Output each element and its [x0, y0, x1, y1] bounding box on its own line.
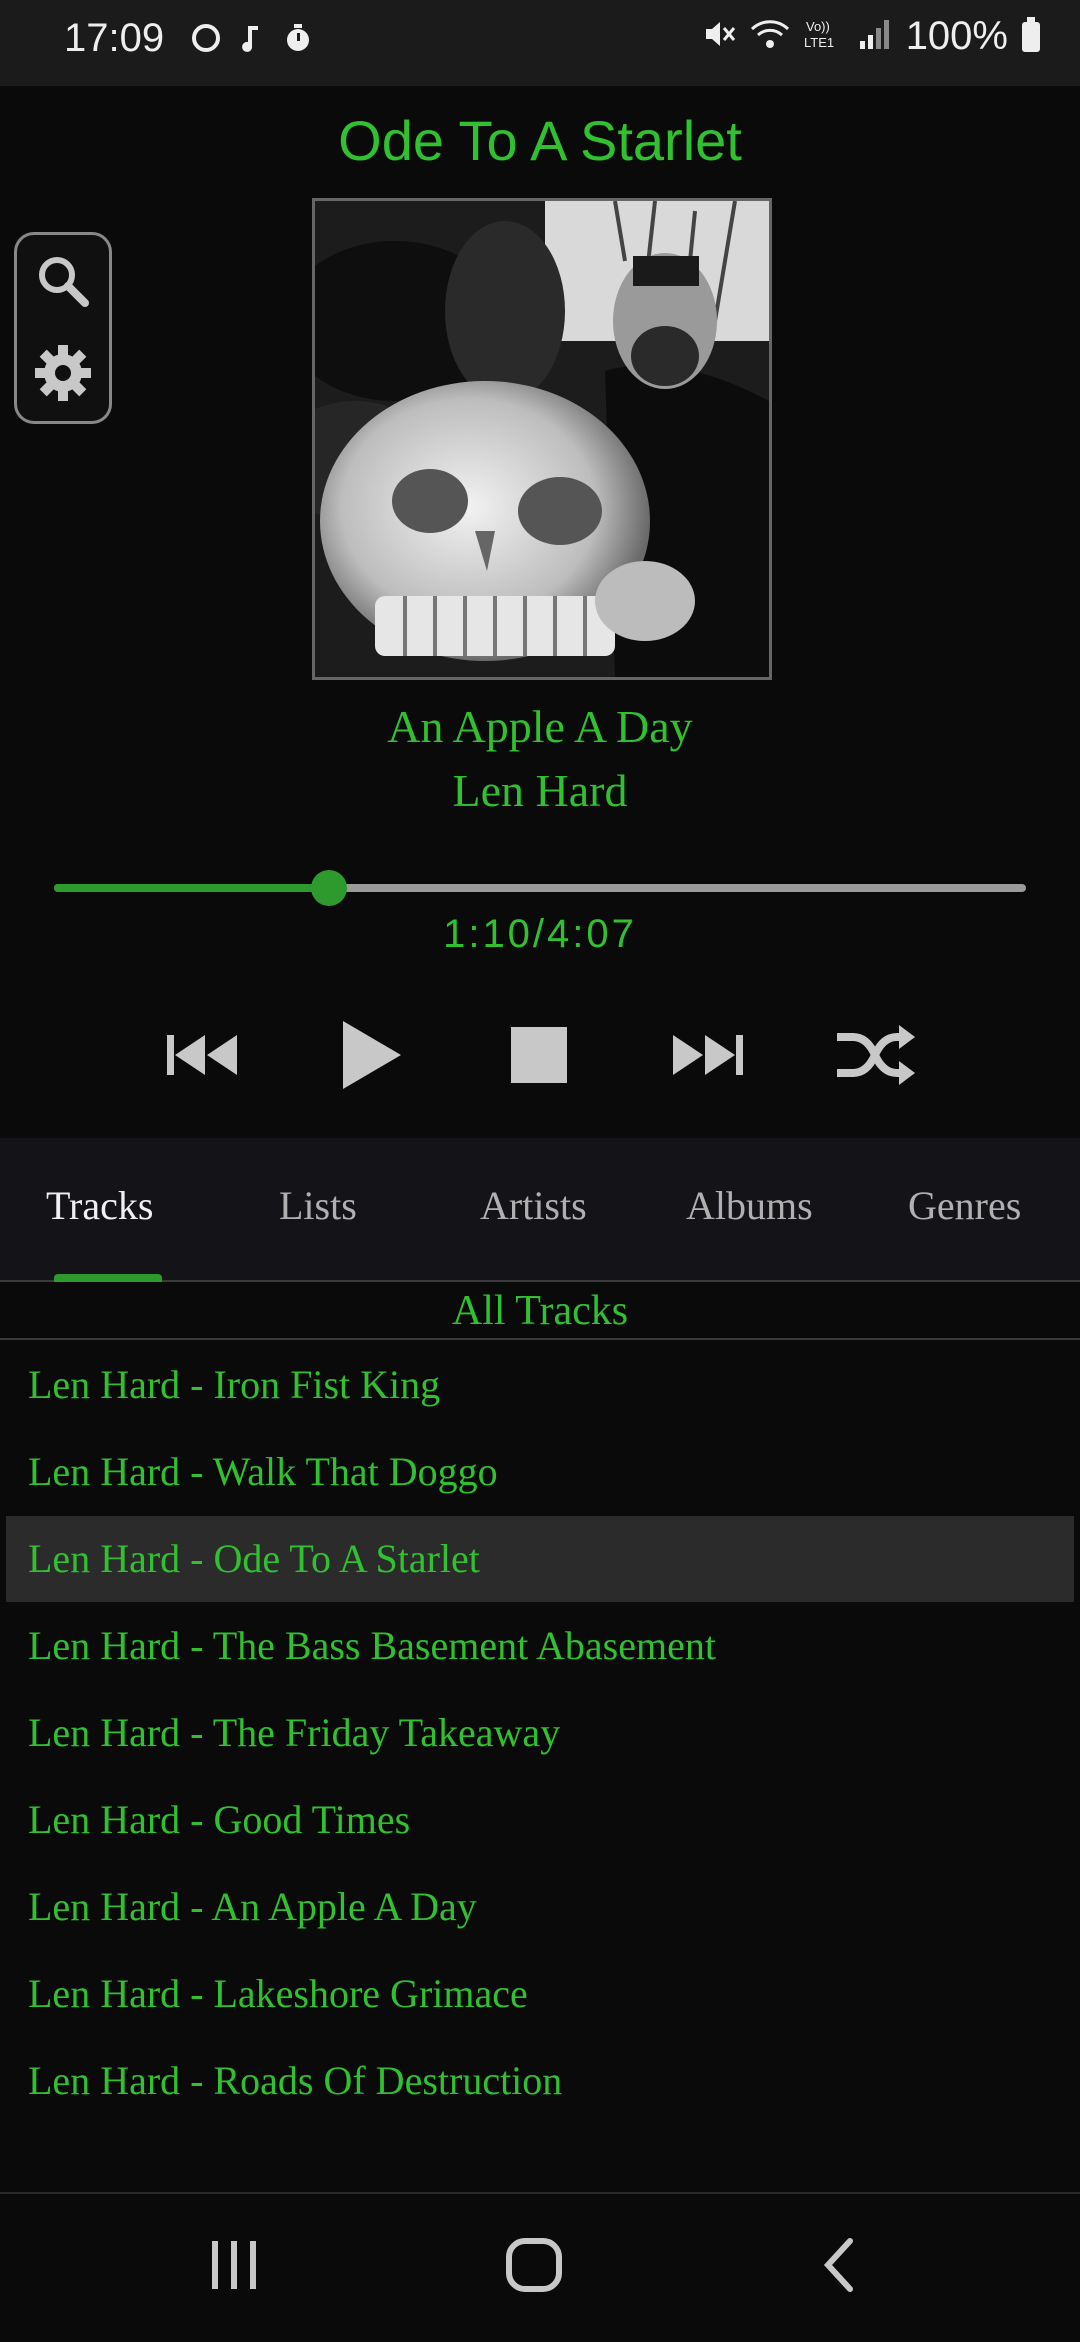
- list-header: All Tracks: [0, 1282, 1080, 1340]
- play-button[interactable]: [316, 1010, 426, 1100]
- tab-albums[interactable]: Albums: [686, 1182, 813, 1229]
- album-cover: [312, 198, 772, 680]
- track-item[interactable]: Len Hard - Lakeshore Grimace: [6, 1951, 1074, 2037]
- stop-icon: [511, 1027, 567, 1083]
- signal-icon: [858, 17, 892, 56]
- tab-tracks[interactable]: Tracks: [46, 1182, 153, 1229]
- album-name: An Apple A Day: [387, 701, 693, 752]
- shuffle-button[interactable]: [820, 1010, 930, 1100]
- track-item[interactable]: Len Hard - Good Times: [6, 1777, 1074, 1863]
- search-button[interactable]: [27, 245, 99, 317]
- gear-icon: [35, 345, 91, 401]
- track-item[interactable]: Len Hard - Iron Fist King: [6, 1342, 1074, 1428]
- track-item[interactable]: Len Hard - The Friday Takeaway: [6, 1690, 1074, 1776]
- timer-icon: [282, 22, 314, 62]
- back-button[interactable]: [790, 2222, 890, 2308]
- music-note-icon: [238, 22, 266, 62]
- stop-button[interactable]: [484, 1010, 594, 1100]
- track-item[interactable]: Len Hard - Roads Of Destruction: [6, 2038, 1074, 2124]
- battery-icon: [1022, 16, 1040, 52]
- track-item[interactable]: Len Hard - An Apple A Day: [6, 1864, 1074, 1950]
- volte-icon: Vo)) LTE1: [804, 17, 844, 56]
- battery-percentage: 100%: [905, 14, 1008, 58]
- status-right: Vo)) LTE1 100%: [702, 14, 1040, 59]
- time-display: 1:10/4:07: [443, 912, 637, 956]
- seek-progress: [54, 884, 330, 892]
- home-icon: [506, 2238, 562, 2292]
- play-icon: [343, 1021, 401, 1089]
- seek-handle[interactable]: [311, 870, 348, 906]
- previous-icon: [167, 1035, 237, 1075]
- search-icon: [39, 257, 89, 307]
- back-icon: [823, 2238, 853, 2292]
- wifi-icon: [750, 17, 790, 56]
- recents-icon: [212, 2241, 256, 2289]
- settings-button[interactable]: [27, 337, 99, 409]
- track-item-selected[interactable]: Len Hard - Ode To A Starlet: [6, 1516, 1074, 1602]
- now-playing-title: Ode To A Starlet: [338, 109, 742, 172]
- svg-text:LTE1: LTE1: [804, 35, 834, 50]
- tab-artists[interactable]: Artists: [480, 1182, 587, 1229]
- active-tab-indicator: [54, 1274, 162, 1282]
- shuffle-icon: [837, 1025, 915, 1085]
- next-icon: [673, 1035, 743, 1075]
- svg-text:Vo)): Vo)): [806, 19, 830, 34]
- previous-button[interactable]: [148, 1010, 258, 1100]
- home-button[interactable]: [484, 2222, 584, 2308]
- chat-bubble-icon: [190, 22, 222, 62]
- next-button[interactable]: [652, 1010, 762, 1100]
- artist-name: Len Hard: [452, 765, 628, 816]
- side-toolbar: [14, 232, 112, 424]
- tab-genres[interactable]: Genres: [908, 1182, 1021, 1229]
- track-item[interactable]: Len Hard - The Bass Basement Abasement: [6, 1603, 1074, 1689]
- mute-icon: [702, 17, 736, 56]
- track-item[interactable]: Len Hard - Walk That Doggo: [6, 1429, 1074, 1515]
- status-left-icons: [190, 22, 314, 62]
- recents-button[interactable]: [184, 2222, 284, 2308]
- tab-lists[interactable]: Lists: [279, 1182, 357, 1229]
- status-time: 17:09: [64, 16, 165, 60]
